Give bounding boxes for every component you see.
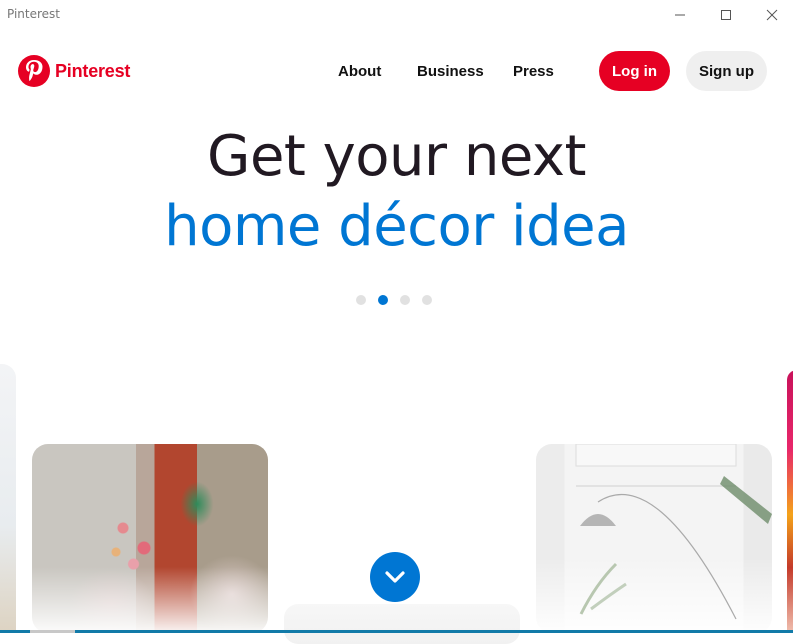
window-titlebar: Pinterest — [0, 0, 793, 30]
pinterest-logo-icon — [18, 55, 50, 87]
site-header: Pinterest About Business Press Log in Si… — [0, 30, 793, 114]
minimize-icon — [675, 14, 685, 16]
carousel-dot-active[interactable] — [378, 295, 388, 305]
pinterest-logo[interactable]: Pinterest — [18, 55, 130, 87]
nav-business-link[interactable]: Business — [417, 63, 484, 80]
chevron-down-icon — [385, 571, 405, 583]
gallery-card-left-partial[interactable] — [0, 364, 16, 633]
close-button[interactable] — [749, 0, 793, 30]
gallery-card-center-partial[interactable] — [284, 604, 520, 644]
carousel-dots — [356, 295, 432, 305]
minimize-button[interactable] — [657, 0, 703, 30]
hero-subheading: home décor idea — [164, 194, 629, 259]
flowers-image-detail — [102, 504, 172, 584]
hero-section: Get your next home décor idea — [0, 122, 793, 262]
scroll-down-button[interactable] — [370, 552, 420, 602]
maximize-icon — [721, 10, 731, 20]
window-title: Pinterest — [7, 7, 61, 21]
login-button[interactable]: Log in — [599, 51, 670, 91]
close-icon — [766, 9, 778, 21]
lamp-image-detail — [575, 444, 772, 620]
carousel-dot[interactable] — [422, 295, 432, 305]
nav-about-link[interactable]: About — [338, 63, 381, 80]
gallery-card-right-partial[interactable] — [787, 370, 793, 633]
gallery-card-lamp[interactable] — [536, 444, 772, 633]
logo-text: Pinterest — [55, 60, 131, 81]
maximize-button[interactable] — [703, 0, 749, 30]
carousel-dot[interactable] — [356, 295, 366, 305]
signup-button[interactable]: Sign up — [686, 51, 767, 91]
nav-press-link[interactable]: Press — [513, 63, 554, 80]
hero-heading: Get your next — [207, 124, 586, 189]
gallery-card-pillows[interactable] — [32, 444, 268, 633]
carousel-dot[interactable] — [400, 295, 410, 305]
